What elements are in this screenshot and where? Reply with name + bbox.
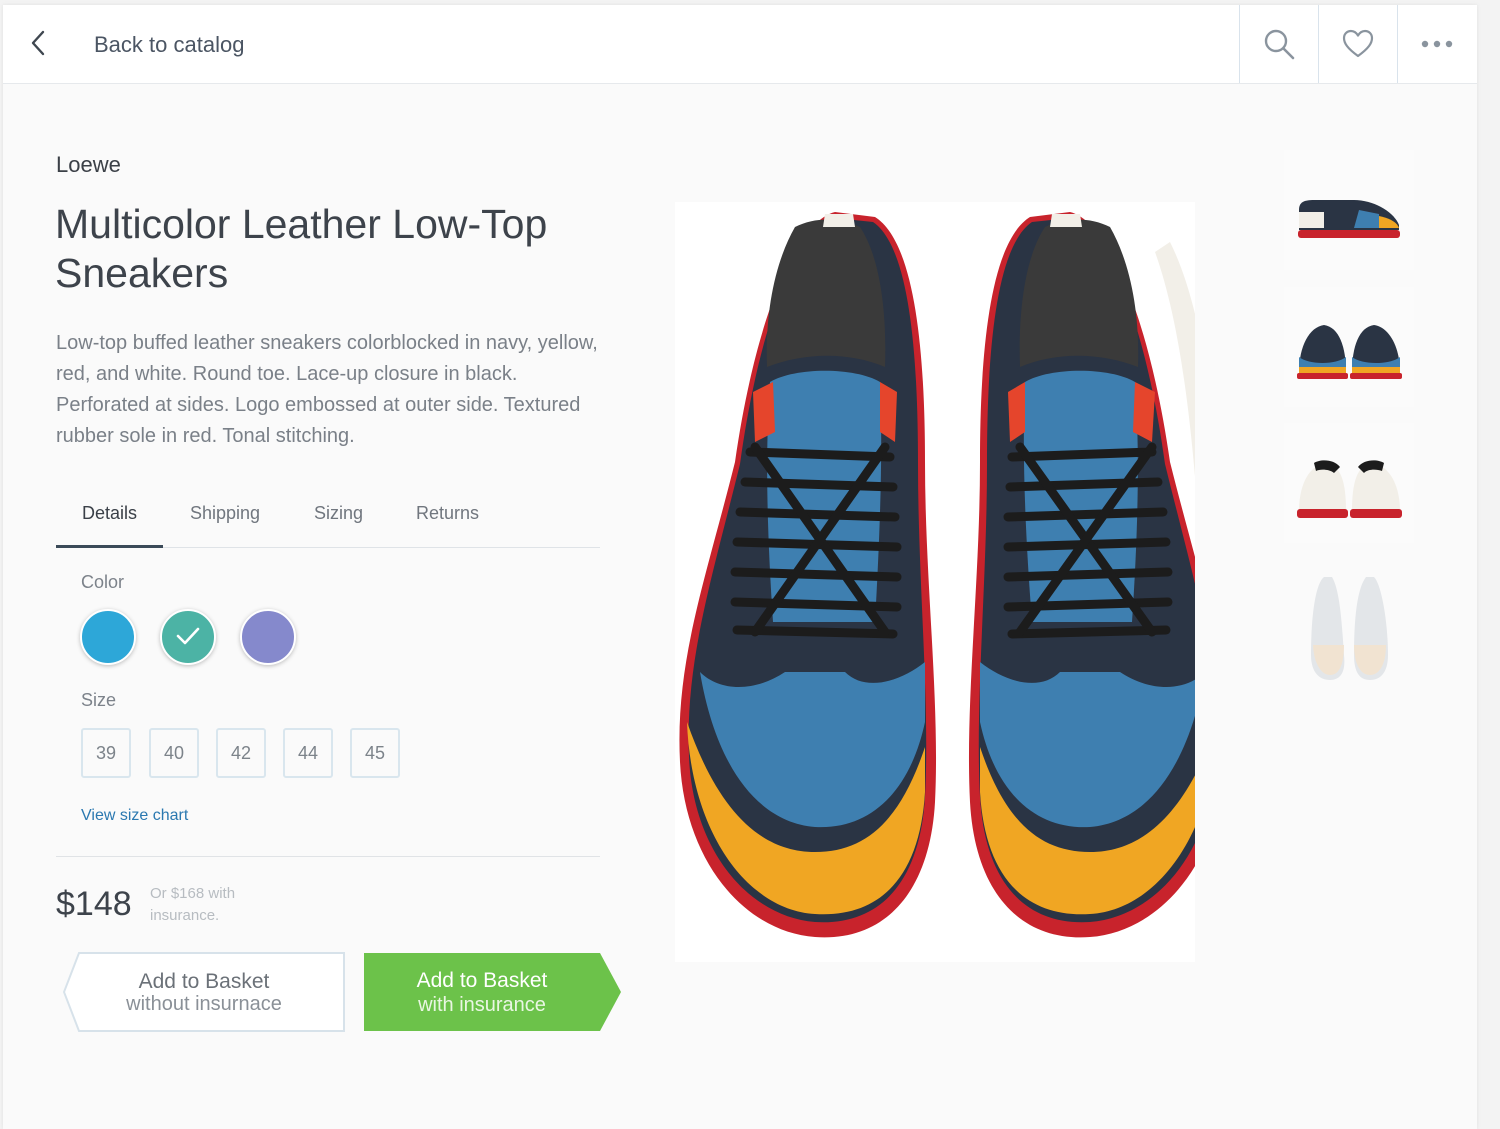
thumbnail-image [1284, 565, 1414, 685]
thumbnail-side-view[interactable] [1284, 150, 1414, 270]
size-label: Size [81, 690, 117, 710]
brand-name: Loewe [56, 152, 121, 177]
size-option[interactable]: 42 [216, 728, 266, 778]
color-swatch-blue[interactable] [80, 609, 136, 665]
color-swatch-purple[interactable] [240, 609, 296, 665]
size-option[interactable]: 44 [283, 728, 333, 778]
back-button[interactable] [21, 23, 61, 63]
tab-details[interactable]: Details [82, 503, 137, 524]
color-label: Color [81, 572, 125, 592]
product-description: Low-top buffed leather sneakers colorblo… [56, 332, 598, 447]
color-swatch-teal[interactable] [160, 609, 216, 665]
thumbnail-image [1284, 150, 1414, 270]
thumbnail-top-view[interactable] [1284, 565, 1414, 685]
chevron-left-icon [31, 30, 45, 56]
divider [56, 856, 600, 857]
search-button[interactable] [1239, 5, 1318, 83]
checkmark-icon [176, 627, 200, 645]
button-line1: Add to Basket [416, 969, 548, 992]
add-to-basket-with-insurance-button[interactable]: Add to Basket with insurance [364, 953, 622, 1031]
product-page: Back to catalog Loewe Multicolor Leather… [3, 5, 1477, 1129]
thumbnail-image [1284, 423, 1414, 543]
tab-returns[interactable]: Returns [416, 503, 479, 524]
sneaker-pair-illustration [679, 212, 1226, 938]
favorite-button[interactable] [1318, 5, 1397, 83]
insurance-note: Or $168 with insurance. [150, 885, 236, 924]
thumbnail-back-pair[interactable] [1284, 423, 1414, 543]
info-tabs: Details Shipping Sizing Returns [56, 493, 600, 548]
back-to-catalog-link[interactable]: Back to catalog [94, 32, 244, 58]
size-option[interactable]: 39 [81, 728, 131, 778]
size-option[interactable]: 40 [149, 728, 199, 778]
more-options-button[interactable] [1397, 5, 1476, 83]
price: $148 [56, 885, 132, 923]
add-to-basket-without-insurance-button[interactable]: Add to Basket without insurnace [63, 952, 345, 1032]
product-main-image [675, 202, 1226, 962]
button-line1: Add to Basket [138, 970, 270, 993]
tab-shipping[interactable]: Shipping [190, 503, 260, 524]
more-icon [1421, 40, 1453, 48]
heart-icon [1342, 29, 1374, 58]
size-chart-link[interactable]: View size chart [81, 807, 188, 825]
product-title: Multicolor Leather Low-Top Sneakers [55, 201, 548, 296]
top-bar: Back to catalog [3, 5, 1477, 84]
size-option[interactable]: 45 [350, 728, 400, 778]
thumbnail-front-pair[interactable] [1284, 287, 1414, 407]
active-tab-indicator [56, 545, 163, 548]
search-icon [1264, 29, 1295, 60]
button-line2: without insurnace [126, 993, 282, 1015]
thumbnail-image [1284, 287, 1414, 407]
button-line2: with insurance [418, 994, 546, 1016]
tab-sizing[interactable]: Sizing [314, 503, 363, 524]
